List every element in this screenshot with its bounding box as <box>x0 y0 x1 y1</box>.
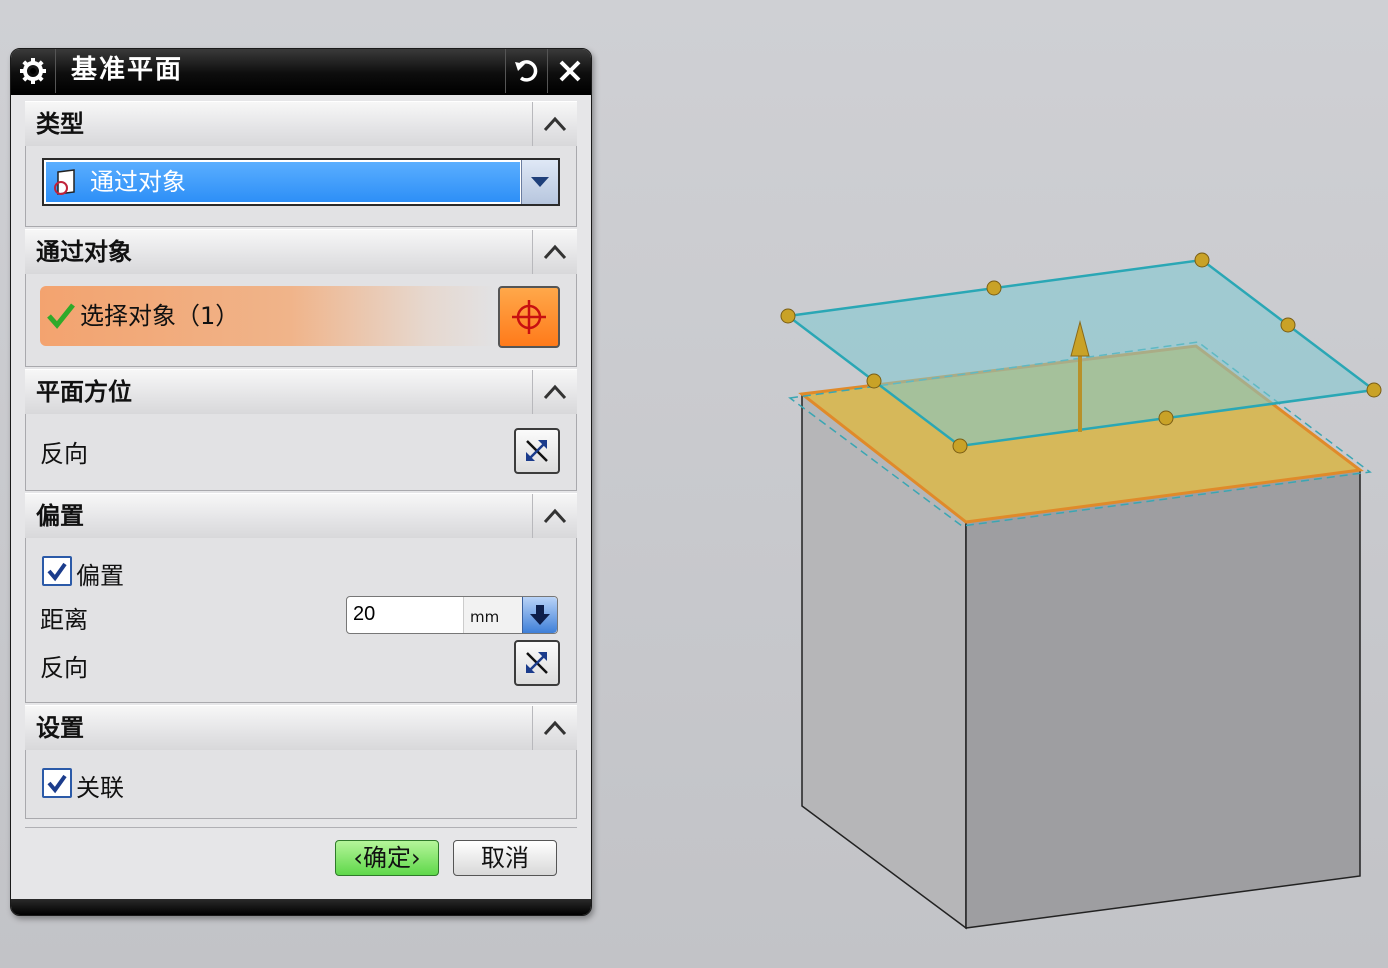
select-object-label: 选择对象（1） <box>80 302 240 330</box>
chevron-up-icon[interactable] <box>532 370 577 414</box>
section-settings-header[interactable]: 设置 <box>25 705 577 751</box>
section-settings-body: 关联 <box>25 750 577 819</box>
reverse-arrows-icon <box>526 652 548 674</box>
cancel-button[interactable]: 取消 <box>453 840 557 876</box>
chevron-up-icon[interactable] <box>532 706 577 750</box>
dialog-title: 基准平面 <box>71 55 184 85</box>
distance-unit: mm <box>463 597 523 633</box>
cube-front-face <box>965 469 1361 929</box>
plane-handle <box>780 308 796 324</box>
section-plane-orientation-label: 平面方位 <box>36 378 132 406</box>
datum-plane-dialog: 基准平面 类型 通过对象 通过对象 选择对象（1） 平面方位 反向 偏置 偏置 … <box>10 48 592 916</box>
reverse-direction-label: 反向 <box>40 440 88 468</box>
dialog-button-area: ‹确定› 取消 <box>25 827 577 898</box>
section-through-object-body: 选择对象（1） <box>25 274 577 367</box>
section-through-object-header[interactable]: 通过对象 <box>25 229 577 275</box>
offset-reverse-button[interactable] <box>514 640 560 686</box>
plane-handle <box>1280 317 1296 333</box>
plane-handle <box>866 373 882 389</box>
plane-object-icon <box>52 168 80 196</box>
reverse-direction-button[interactable] <box>514 428 560 474</box>
distance-label: 距离 <box>40 606 88 634</box>
section-through-object-label: 通过对象 <box>36 238 132 266</box>
section-plane-orientation-body: 反向 <box>25 414 577 491</box>
checkmark-icon <box>46 300 76 334</box>
offset-checkbox-label: 偏置 <box>76 562 124 590</box>
crosshair-icon <box>512 300 546 334</box>
section-offset-label: 偏置 <box>36 502 84 530</box>
dialog-bottom-bar <box>11 899 591 915</box>
section-type-label: 类型 <box>36 110 84 138</box>
dialog-titlebar[interactable]: 基准平面 <box>11 49 591 95</box>
plane-handle <box>1366 382 1382 398</box>
cancel-button-label: 取消 <box>481 844 529 872</box>
plane-handle <box>1194 252 1210 268</box>
crosshair-button[interactable] <box>498 286 560 348</box>
chevron-right-icon: › <box>411 844 421 872</box>
plane-handle <box>952 438 968 454</box>
chevron-up-icon[interactable] <box>532 494 577 538</box>
chevron-left-icon: ‹ <box>353 844 363 872</box>
section-type-body: 通过对象 <box>25 146 577 227</box>
associative-label: 关联 <box>76 774 124 802</box>
type-dropdown[interactable]: 通过对象 <box>42 158 560 206</box>
type-dropdown-value: 通过对象 <box>90 168 186 196</box>
graphics-viewport[interactable]: 基准平面 类型 通过对象 通过对象 选择对象（1） 平面方位 反向 偏置 偏置 … <box>0 0 1388 968</box>
close-icon[interactable] <box>547 49 591 93</box>
section-offset-body: 偏置 距离 20 mm 反向 <box>25 538 577 703</box>
chevron-up-icon[interactable] <box>532 102 577 146</box>
ok-button[interactable]: ‹确定› <box>335 840 439 876</box>
ok-button-label: 确定 <box>363 844 411 872</box>
arrow-down-icon[interactable] <box>522 597 557 633</box>
checkbox-check-icon <box>47 774 67 794</box>
distance-value[interactable]: 20 <box>353 597 375 631</box>
section-type-header[interactable]: 类型 <box>25 101 577 147</box>
checkbox-check-icon <box>47 562 67 582</box>
section-offset-header[interactable]: 偏置 <box>25 493 577 539</box>
plane-handle <box>1158 410 1174 426</box>
section-settings-label: 设置 <box>36 714 84 742</box>
offset-checkbox[interactable] <box>42 556 72 586</box>
section-plane-orientation-header[interactable]: 平面方位 <box>25 369 577 415</box>
distance-input[interactable]: 20 mm <box>346 596 558 634</box>
associative-checkbox[interactable] <box>42 768 72 798</box>
reset-icon[interactable] <box>505 49 546 93</box>
gear-icon[interactable] <box>11 49 56 93</box>
select-object-row[interactable]: 选择对象（1） <box>40 286 496 346</box>
chevron-down-icon[interactable] <box>521 160 558 204</box>
reverse-arrows-icon <box>526 440 548 462</box>
chevron-up-icon[interactable] <box>532 230 577 274</box>
offset-reverse-label: 反向 <box>40 654 88 682</box>
type-dropdown-selected[interactable]: 通过对象 <box>46 162 520 202</box>
plane-handle <box>986 280 1002 296</box>
